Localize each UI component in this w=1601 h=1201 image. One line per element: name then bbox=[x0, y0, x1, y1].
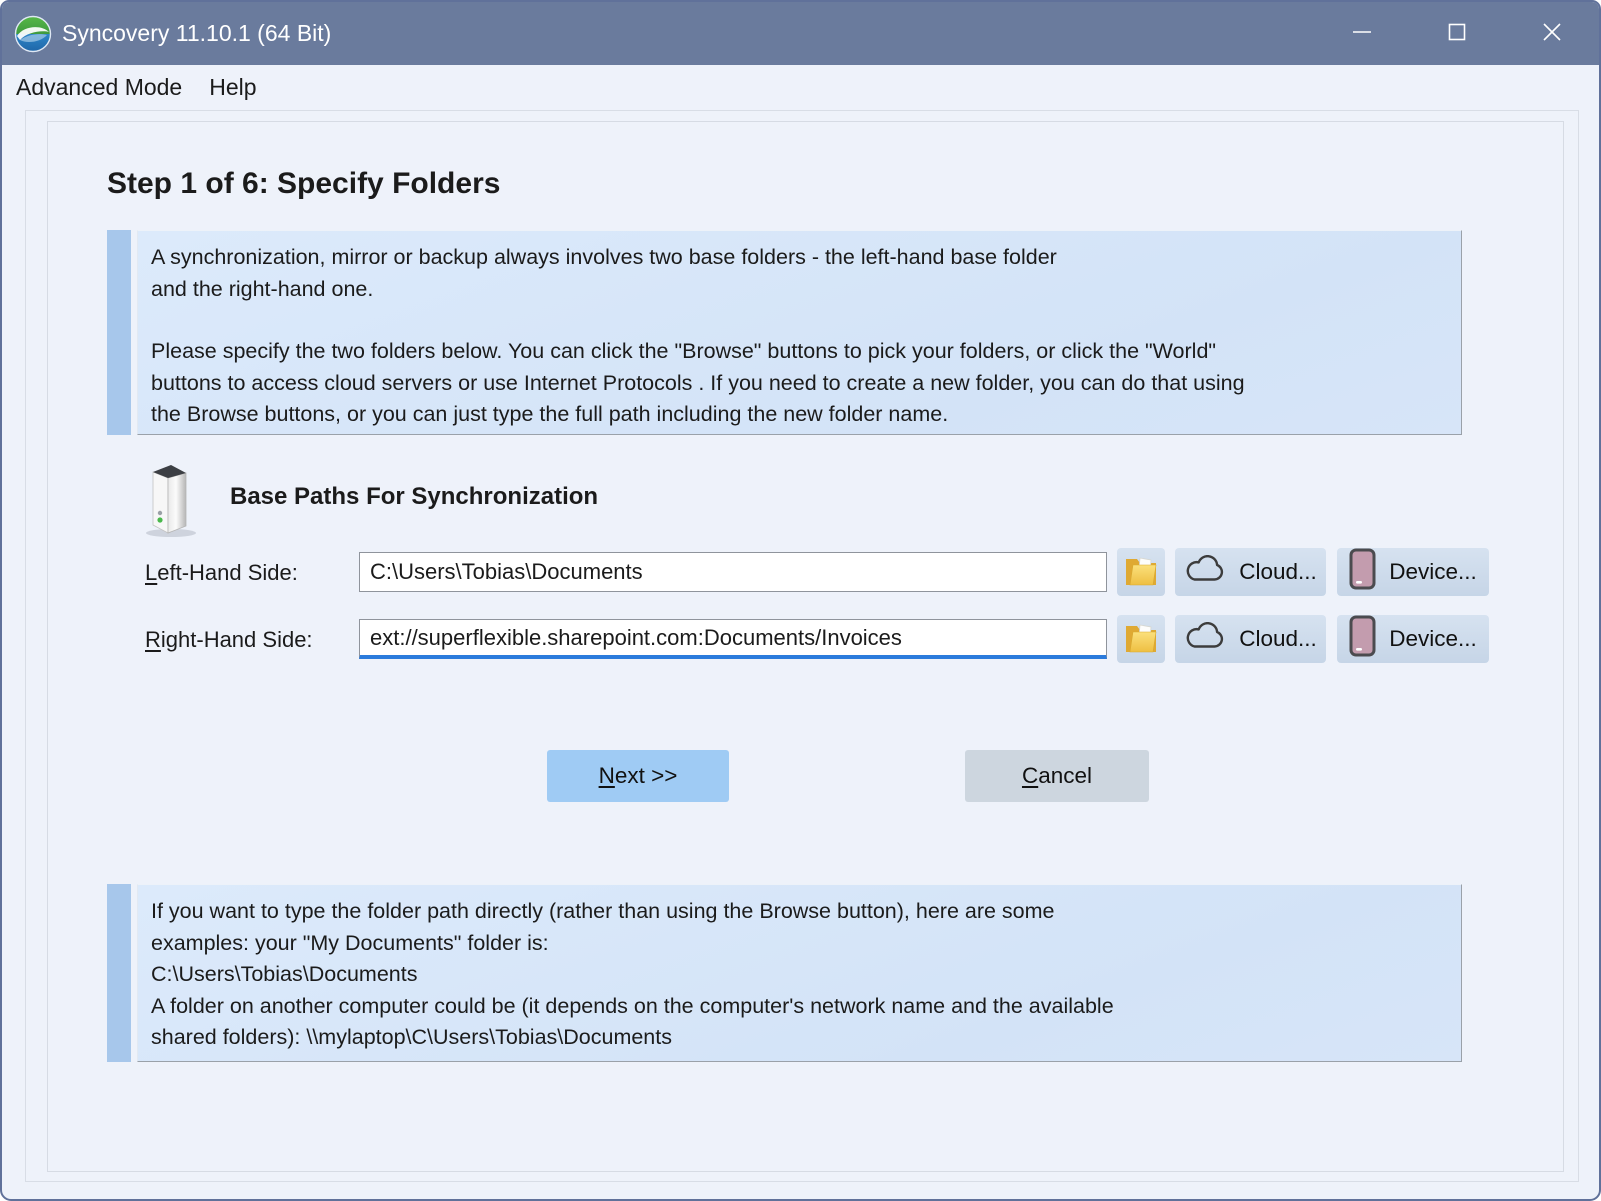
left-hand-side-label: Left-Hand Side: bbox=[145, 560, 298, 586]
cloud-icon bbox=[1184, 622, 1226, 656]
examples-info-box: If you want to type the folder path dire… bbox=[137, 884, 1462, 1062]
minimize-icon bbox=[1351, 21, 1373, 46]
device-button-label: Device... bbox=[1389, 626, 1477, 652]
app-window: Syncovery 11.10.1 (64 Bit) bbox=[0, 0, 1601, 1201]
device-button-label: Device... bbox=[1389, 559, 1477, 585]
cloud-left-button[interactable]: Cloud... bbox=[1175, 548, 1326, 596]
maximize-icon bbox=[1446, 21, 1468, 46]
page-title: Step 1 of 6: Specify Folders bbox=[107, 167, 500, 201]
close-icon bbox=[1541, 21, 1563, 46]
menu-item-help[interactable]: Help bbox=[209, 74, 256, 101]
titlebar: Syncovery 11.10.1 (64 Bit) bbox=[2, 2, 1599, 65]
cloud-right-button[interactable]: Cloud... bbox=[1175, 615, 1326, 663]
window-controls bbox=[1314, 2, 1599, 65]
intro-paragraph-1: A synchronization, mirror or backup alwa… bbox=[151, 242, 1443, 305]
maximize-button[interactable] bbox=[1409, 2, 1504, 65]
next-button[interactable]: Next >> bbox=[547, 750, 729, 802]
device-right-button[interactable]: Device... bbox=[1337, 615, 1489, 663]
section-title: Base Paths For Synchronization bbox=[230, 483, 598, 511]
info-accent-bar bbox=[107, 230, 131, 435]
close-button[interactable] bbox=[1504, 2, 1599, 65]
intro-paragraph-2: Please specify the two folders below. Yo… bbox=[151, 336, 1443, 431]
folder-icon bbox=[1123, 555, 1159, 590]
cloud-icon bbox=[1184, 555, 1226, 589]
smartphone-icon bbox=[1349, 548, 1376, 596]
folder-icon bbox=[1123, 622, 1159, 657]
info-accent-bar bbox=[107, 884, 131, 1062]
external-drive-icon bbox=[140, 460, 200, 543]
right-path-input[interactable] bbox=[359, 619, 1107, 659]
examples-text: If you want to type the folder path dire… bbox=[151, 896, 1443, 1054]
cancel-button[interactable]: Cancel bbox=[965, 750, 1149, 802]
right-hand-side-label: Right-Hand Side: bbox=[145, 627, 313, 653]
smartphone-icon bbox=[1349, 615, 1376, 663]
menubar: Advanced Mode Help bbox=[2, 65, 1599, 109]
syncovery-logo-icon bbox=[14, 15, 52, 53]
window-title: Syncovery 11.10.1 (64 Bit) bbox=[62, 20, 331, 47]
cloud-button-label: Cloud... bbox=[1239, 626, 1317, 652]
left-path-input[interactable] bbox=[359, 552, 1107, 592]
cloud-button-label: Cloud... bbox=[1239, 559, 1317, 585]
browse-right-button[interactable] bbox=[1117, 615, 1165, 663]
device-left-button[interactable]: Device... bbox=[1337, 548, 1489, 596]
intro-info-box: A synchronization, mirror or backup alwa… bbox=[137, 230, 1462, 435]
menu-item-advanced-mode[interactable]: Advanced Mode bbox=[16, 74, 182, 101]
browse-left-button[interactable] bbox=[1117, 548, 1165, 596]
minimize-button[interactable] bbox=[1314, 2, 1409, 65]
